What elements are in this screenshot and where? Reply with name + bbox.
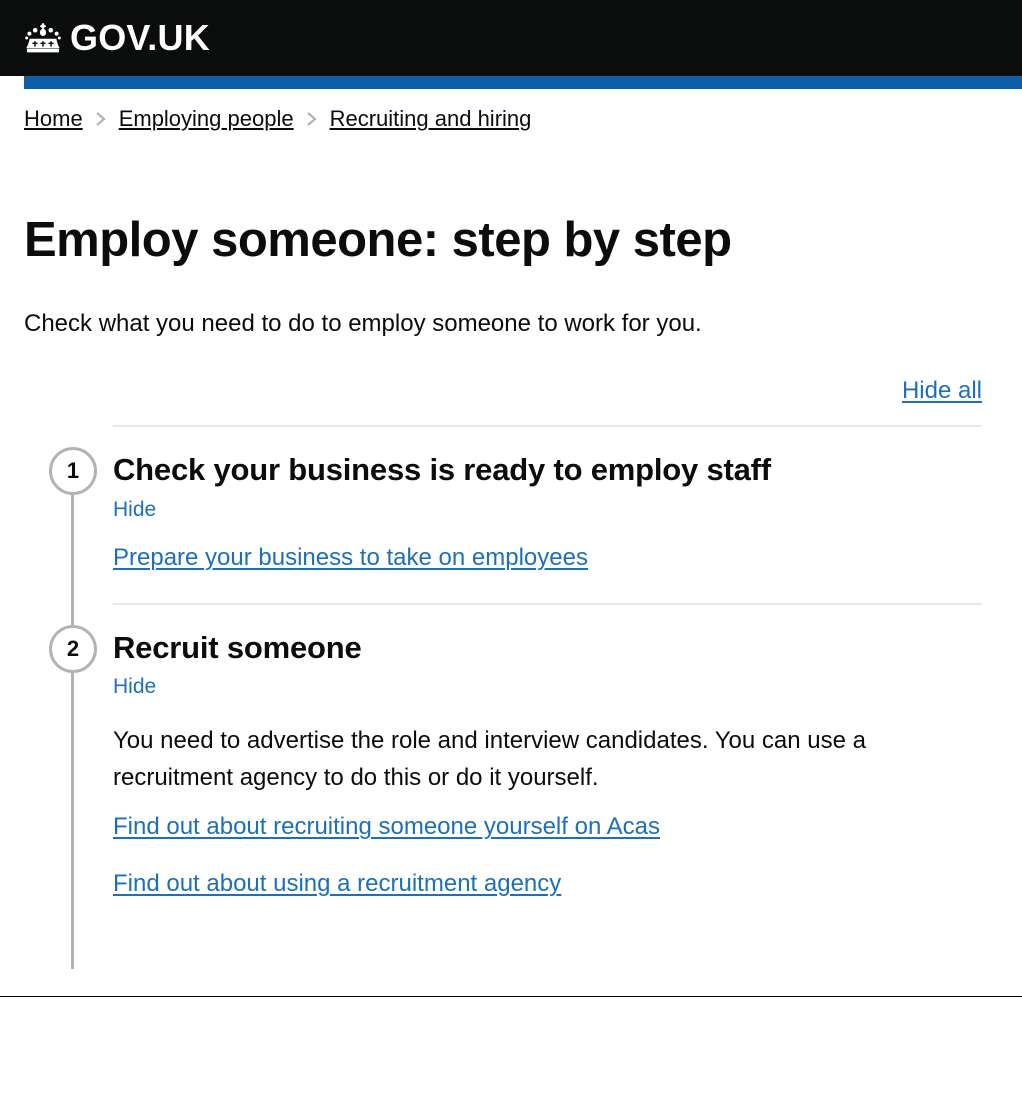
step-number-circle-1: 1: [49, 447, 97, 496]
step-toggle-1[interactable]: Hide: [113, 497, 156, 522]
step-body-2: You need to advertise the role and inter…: [113, 700, 998, 929]
step-number-circle-2: 2: [49, 624, 97, 673]
step-title-2: Recruit someone: [113, 629, 362, 665]
step-paragraph-2: You need to advertise the role and inter…: [113, 726, 866, 792]
step-link-using-recruitment-agency[interactable]: Find out about using a recruitment agenc…: [113, 870, 998, 899]
gov-uk-crown-icon: [25, 23, 61, 53]
step-item-1: 1 Check your business is ready to employ…: [24, 427, 998, 643]
gov-uk-logo-text: GOV.UK: [70, 17, 210, 58]
header-accent-bar: [24, 76, 1022, 89]
breadcrumb-item-employing-people[interactable]: Employing people: [119, 106, 294, 132]
page-title: Employ someone: step by step: [24, 213, 732, 268]
breadcrumb-item-home[interactable]: Home: [24, 106, 83, 132]
step-connector-line: [71, 495, 74, 643]
step-item-2: 2 Recruit someone Hide You need to adver…: [24, 605, 998, 969]
hide-all-row: Hide all: [24, 377, 998, 406]
gov-uk-logo-link[interactable]: GOV.UK: [24, 20, 210, 56]
step-toggle-2[interactable]: Hide: [113, 674, 156, 699]
page-lede: Check what you need to do to employ some…: [24, 309, 702, 337]
step-link-prepare-your-business[interactable]: Prepare your business to take on employe…: [113, 544, 998, 573]
step-connector-line: [71, 672, 74, 969]
chevron-right-icon: [95, 112, 106, 127]
step-by-step-nav: 1 Check your business is ready to employ…: [24, 427, 998, 969]
step-title-1: Check your business is ready to employ s…: [113, 452, 771, 488]
step-link-recruiting-yourself-acas[interactable]: Find out about recruiting someone yourse…: [113, 813, 998, 842]
main-content: Employ someone: step by step Check what …: [0, 213, 1022, 969]
site-header: GOV.UK: [0, 0, 1022, 76]
viewport-fold-line: [0, 996, 1022, 997]
chevron-right-icon: [306, 112, 317, 127]
step-body-1: Prepare your business to take on employe…: [113, 522, 998, 603]
breadcrumb-item-recruiting-and-hiring[interactable]: Recruiting and hiring: [330, 106, 532, 132]
hide-all-button[interactable]: Hide all: [902, 377, 982, 406]
